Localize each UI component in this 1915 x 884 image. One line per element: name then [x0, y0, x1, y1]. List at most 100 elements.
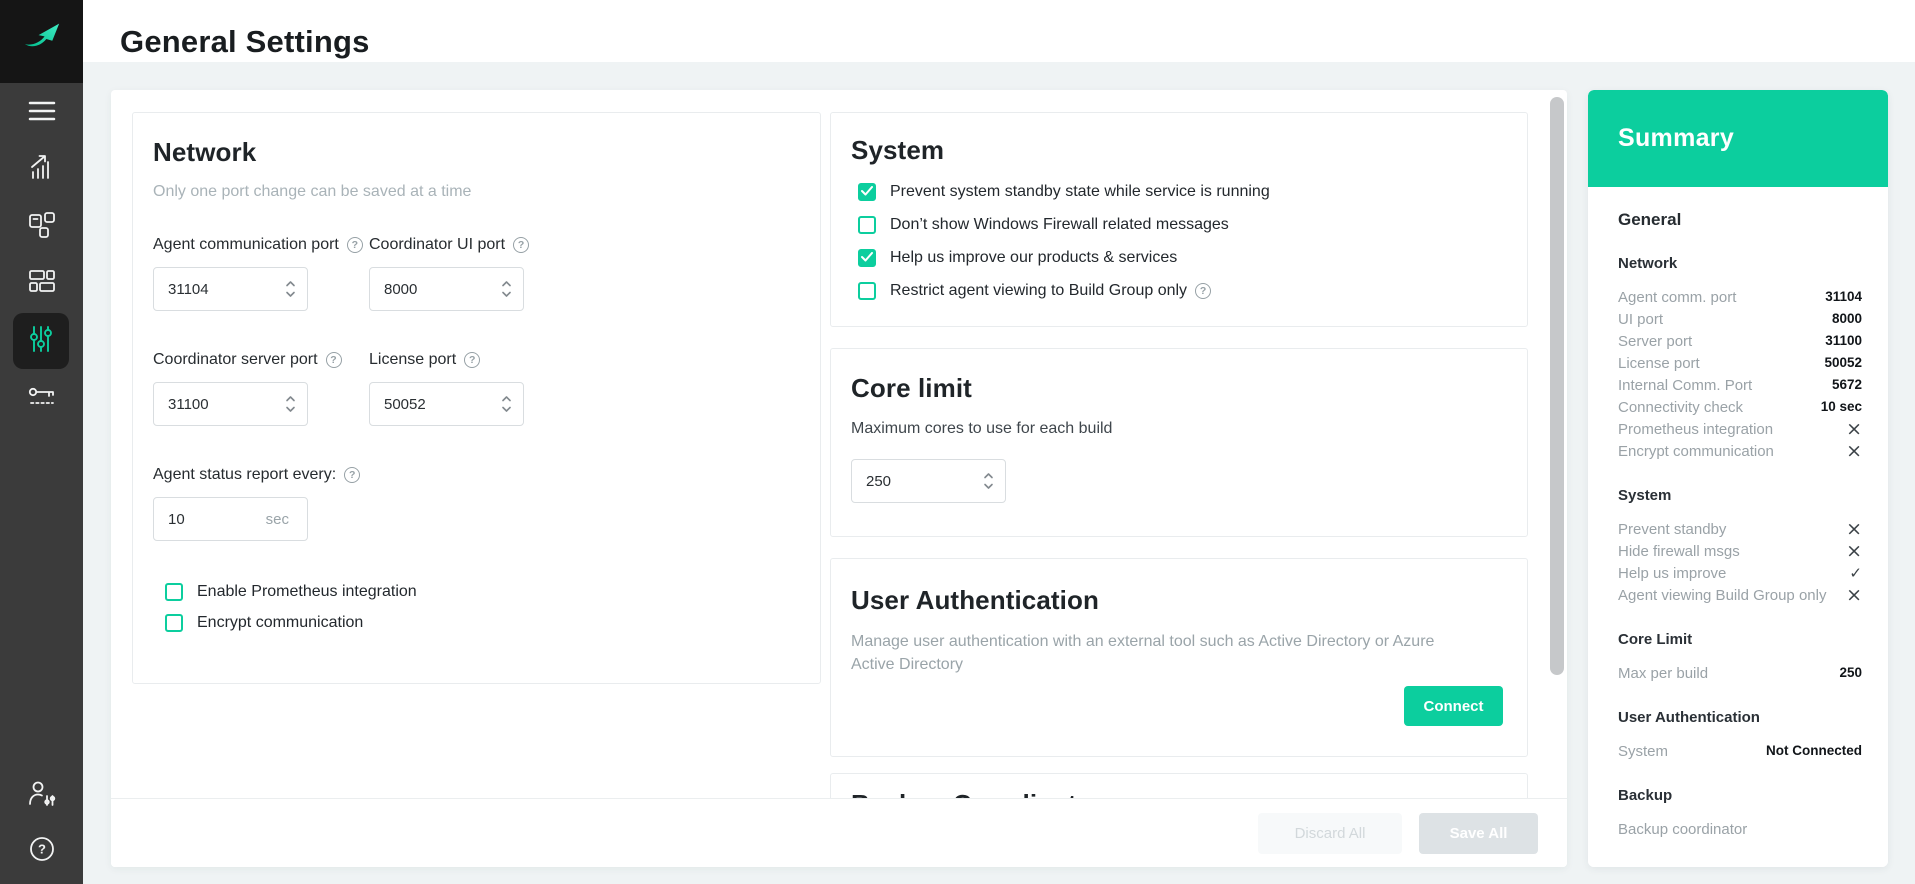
port-field-license-port: License port?: [369, 351, 585, 426]
number-input-coordinator-ui-port[interactable]: [369, 267, 524, 311]
svg-text:?: ?: [38, 841, 46, 856]
connect-button[interactable]: Connect: [1404, 686, 1503, 726]
network-fields: Agent communication port?Coordinator UI …: [153, 236, 800, 426]
discard-all-button[interactable]: Discard All: [1258, 813, 1402, 854]
summary-row-value: ×: [1846, 584, 1862, 606]
unit-label: sec: [266, 511, 289, 528]
field-label: Coordinator server port?: [153, 351, 369, 369]
field-label-text: Agent status report every:: [153, 466, 336, 484]
summary-row-label: Agent comm. port: [1618, 287, 1825, 308]
summary-row-label: Prevent standby: [1618, 519, 1846, 540]
summary-row-value: ×: [1846, 540, 1862, 562]
sidebar-item-agents[interactable]: [0, 199, 83, 255]
check-mark-icon: [861, 183, 873, 201]
grid-layout-icon: [27, 267, 57, 300]
sidebar-item-performance[interactable]: [0, 141, 83, 197]
summary-row-value: 50052: [1824, 352, 1862, 374]
checkbox-label: Prevent system standby state while servi…: [890, 183, 1270, 201]
sliders-icon: [27, 324, 55, 359]
summary-heading-system: System: [1618, 487, 1862, 504]
sidebar-item-builds[interactable]: [0, 255, 83, 311]
page-title: General Settings: [120, 24, 370, 60]
stepper-arrows[interactable]: [501, 393, 512, 415]
help-button[interactable]: ?: [0, 823, 83, 879]
actions-footer: Discard All Save All: [111, 798, 1567, 867]
report-interval-input[interactable]: sec: [153, 497, 308, 541]
help-icon[interactable]: ?: [347, 237, 363, 253]
system-card-title: System: [851, 135, 1507, 166]
sidebar-item-settings-active[interactable]: [13, 313, 69, 369]
sidebar-item-user-preferences[interactable]: [0, 767, 83, 823]
help-icon[interactable]: ?: [464, 352, 480, 368]
summary-row-encrypt-communication: Encrypt communication×: [1618, 440, 1862, 462]
checkbox-row-help-us-improve-our-products-services[interactable]: Help us improve our products & services: [858, 249, 1507, 267]
checkbox-label: Enable Prometheus integration: [197, 583, 417, 601]
summary-row-label: Agent viewing Build Group only: [1618, 585, 1846, 606]
checkbox-row-enable-prometheus-integration[interactable]: Enable Prometheus integration: [165, 583, 800, 601]
summary-row-label: Max per build: [1618, 663, 1839, 684]
vertical-scrollbar[interactable]: [1550, 97, 1564, 675]
port-field-coordinator-ui-port: Coordinator UI port?: [369, 236, 585, 311]
checkbox-label: Help us improve our products & services: [890, 249, 1177, 267]
number-input-license-port[interactable]: [369, 382, 524, 426]
checkbox-don-t-show-windows-firewall-related-messages[interactable]: [858, 216, 876, 234]
checkbox-row-don-t-show-windows-firewall-related-messages[interactable]: Don’t show Windows Firewall related mess…: [858, 216, 1507, 234]
summary-row-system: SystemNot Connected: [1618, 740, 1862, 762]
core-limit-input[interactable]: [851, 459, 1006, 503]
stepper-arrows[interactable]: [285, 278, 296, 300]
checkbox-label: Encrypt communication: [197, 614, 363, 632]
number-input-agent-communication-port[interactable]: [153, 267, 308, 311]
user-authentication-card: User Authentication Manage user authenti…: [830, 558, 1528, 757]
field-label-text: Agent communication port: [153, 236, 339, 254]
summary-row-value: 31100: [1825, 330, 1862, 352]
stepper-arrows[interactable]: [285, 393, 296, 415]
summary-row-value: ×: [1846, 440, 1862, 462]
menu-button[interactable]: [0, 85, 83, 141]
port-field-coordinator-server-port: Coordinator server port?: [153, 351, 369, 426]
help-icon[interactable]: ?: [1195, 283, 1211, 299]
summary-row-label: Help us improve: [1618, 563, 1849, 584]
field-label: Coordinator UI port?: [369, 236, 585, 254]
stepper-arrows[interactable]: [501, 278, 512, 300]
summary-heading-network: Network: [1618, 255, 1862, 272]
checkbox-row-encrypt-communication[interactable]: Encrypt communication: [165, 614, 800, 632]
system-checkboxes: Prevent system standby state while servi…: [858, 183, 1507, 300]
checkbox-restrict-agent-viewing-to-build-group-only[interactable]: [858, 282, 876, 300]
summary-row-internal-comm-port: Internal Comm. Port5672: [1618, 374, 1862, 396]
summary-panel: Summary General Network Agent comm. port 3…: [1588, 90, 1888, 867]
summary-row-value: 10 sec: [1821, 396, 1862, 418]
summary-title: Summary: [1618, 124, 1734, 153]
summary-row-label: License port: [1618, 353, 1824, 374]
summary-row-value: Not Connected: [1766, 740, 1862, 762]
help-icon[interactable]: ?: [326, 352, 342, 368]
field-label: Agent status report every: ?: [153, 466, 800, 484]
summary-general-heading: General: [1618, 210, 1862, 230]
field-label-text: License port: [369, 351, 456, 369]
summary-header: Summary: [1588, 90, 1888, 187]
checkbox-prevent-system-standby-state-while-service-is-running[interactable]: [858, 183, 876, 201]
key-icon: [27, 384, 57, 415]
help-icon[interactable]: ?: [344, 467, 360, 483]
app-logo[interactable]: [0, 0, 83, 83]
field-label-text: Coordinator UI port: [369, 236, 505, 254]
save-all-button[interactable]: Save All: [1419, 813, 1538, 854]
summary-row-help-us-improve: Help us improve✓: [1618, 562, 1862, 584]
summary-heading-core-limit: Core Limit: [1618, 631, 1862, 648]
help-icon[interactable]: ?: [513, 237, 529, 253]
checkbox-help-us-improve-our-products-services[interactable]: [858, 249, 876, 267]
checkbox-encrypt-communication[interactable]: [165, 614, 183, 632]
summary-row-ui-port: UI port8000: [1618, 308, 1862, 330]
checkbox-row-prevent-system-standby-state-while-service-is-running[interactable]: Prevent system standby state while servi…: [858, 183, 1507, 201]
summary-row-label: Prometheus integration: [1618, 419, 1846, 440]
summary-row-value: 8000: [1832, 308, 1862, 330]
field-label-text: Coordinator server port: [153, 351, 318, 369]
checkbox-enable-prometheus-integration[interactable]: [165, 583, 183, 601]
checkbox-row-restrict-agent-viewing-to-build-group-only[interactable]: Restrict agent viewing to Build Group on…: [858, 282, 1507, 300]
summary-row-label: Backup coordinator: [1618, 819, 1862, 840]
summary-row-label: Server port: [1618, 331, 1825, 352]
stepper-arrows[interactable]: [983, 470, 994, 492]
summary-row-value: ✓: [1849, 562, 1862, 584]
sidebar-item-license[interactable]: [0, 371, 83, 427]
summary-fade-overlay: [1588, 848, 1888, 867]
number-input-coordinator-server-port[interactable]: [153, 382, 308, 426]
